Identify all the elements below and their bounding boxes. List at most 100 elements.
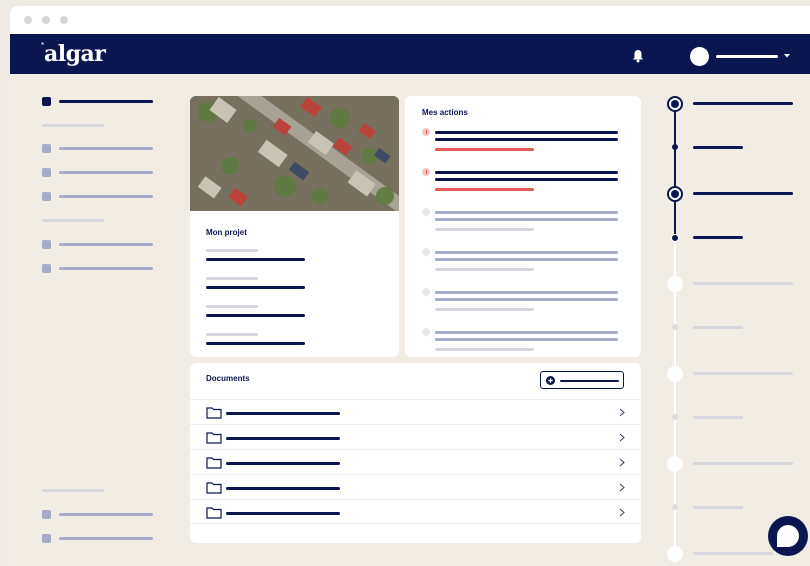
completed-action-line[interactable]: [435, 251, 618, 254]
timeline-step-done[interactable]: [667, 96, 683, 112]
sidebar-item[interactable]: [59, 243, 153, 246]
action-item-line[interactable]: [435, 131, 618, 134]
chevron-right-icon: [619, 458, 625, 467]
add-document-label: [560, 379, 619, 382]
folder-icon: [206, 507, 222, 519]
project-field-value: [206, 286, 305, 289]
sidebar-item[interactable]: [59, 537, 153, 540]
timeline-substep-pending: [672, 504, 678, 510]
sidebar-item[interactable]: [59, 267, 153, 270]
sidebar-item-active-icon: [42, 97, 51, 106]
completed-action-line[interactable]: [435, 331, 618, 334]
chat-icon[interactable]: [768, 516, 808, 556]
completed-action-meta: [435, 308, 534, 311]
project-field-value: [206, 258, 305, 261]
timeline-substep-label: [693, 416, 743, 419]
completed-action-line[interactable]: [435, 298, 618, 301]
sidebar-item-icon: [42, 240, 51, 249]
aerial-photo: [190, 96, 399, 211]
window-titlebar: [10, 6, 810, 34]
chevron-right-icon: [619, 408, 625, 417]
top-navbar: * algar: [10, 34, 810, 74]
actions-card: [405, 96, 641, 357]
sidebar-item[interactable]: [59, 147, 153, 150]
project-field-label: [206, 277, 258, 280]
user-avatar[interactable]: [690, 47, 709, 66]
document-row[interactable]: [190, 449, 641, 474]
timeline-substep-pending: [672, 324, 678, 330]
project-field-value: [206, 342, 305, 345]
actions-card-title: Mes actions: [422, 108, 468, 117]
document-row[interactable]: [190, 424, 641, 449]
sidebar-item-active[interactable]: [59, 100, 153, 103]
project-field-label: [206, 305, 258, 308]
timeline-step-done[interactable]: [667, 186, 683, 202]
sidebar-item-icon: [42, 168, 51, 177]
document-row[interactable]: [190, 474, 641, 499]
chevron-down-icon[interactable]: [782, 52, 792, 60]
timeline-substep-current: [671, 234, 679, 242]
timeline-step-pending[interactable]: [667, 276, 683, 292]
app-window: * algar Mon projet Mes actions Documents: [10, 6, 810, 566]
document-name: [226, 437, 340, 440]
brand-logo[interactable]: algar: [44, 41, 106, 67]
timeline-step-pending[interactable]: [667, 366, 683, 382]
document-name: [226, 512, 340, 515]
action-item-deadline: [435, 148, 534, 151]
sidebar-item-icon: [42, 192, 51, 201]
alert-icon: [422, 128, 430, 136]
window-minimize-dot[interactable]: [42, 16, 50, 24]
project-field-value: [206, 314, 305, 317]
completed-action-line[interactable]: [435, 258, 618, 261]
sidebar-item[interactable]: [59, 171, 153, 174]
folder-icon: [206, 407, 222, 419]
check-icon: [422, 208, 430, 216]
timeline-done-track: [674, 103, 676, 239]
completed-action-meta: [435, 268, 534, 271]
sidebar-item-icon: [42, 144, 51, 153]
action-item-deadline: [435, 188, 534, 191]
completed-action-line[interactable]: [435, 338, 618, 341]
action-item-line[interactable]: [435, 178, 618, 181]
timeline-step-pending[interactable]: [667, 456, 683, 472]
completed-action-meta: [435, 348, 534, 351]
folder-icon: [206, 457, 222, 469]
timeline-step-label: [693, 372, 793, 375]
completed-action-line[interactable]: [435, 291, 618, 294]
document-row[interactable]: [190, 499, 641, 524]
timeline-substep-label: [693, 326, 743, 329]
timeline-step-pending[interactable]: [667, 546, 683, 562]
sidebar-item[interactable]: [59, 513, 153, 516]
project-card-title: Mon projet: [206, 228, 247, 237]
sidebar-item-icon: [42, 510, 51, 519]
completed-action-line[interactable]: [435, 218, 618, 221]
document-row[interactable]: [190, 399, 641, 424]
completed-action-line[interactable]: [435, 211, 618, 214]
document-name: [226, 462, 340, 465]
chevron-right-icon: [619, 433, 625, 442]
check-icon: [422, 288, 430, 296]
window-close-dot[interactable]: [24, 16, 32, 24]
timeline-step-label: [693, 282, 793, 285]
sidebar-section-heading: [42, 124, 104, 127]
timeline-step-label: [693, 462, 793, 465]
action-item-line[interactable]: [435, 138, 618, 141]
sidebar-item[interactable]: [59, 195, 153, 198]
timeline-substep-label: [693, 506, 743, 509]
action-item-line[interactable]: [435, 171, 618, 174]
project-field-label: [206, 249, 258, 252]
sidebar-item-icon: [42, 264, 51, 273]
project-field-label: [206, 333, 258, 336]
folder-icon: [206, 432, 222, 444]
folder-icon: [206, 482, 222, 494]
check-icon: [422, 248, 430, 256]
window-maximize-dot[interactable]: [60, 16, 68, 24]
chevron-right-icon: [619, 483, 625, 492]
sidebar-section-heading: [42, 219, 104, 222]
sidebar-item-icon: [42, 534, 51, 543]
user-name-placeholder[interactable]: [716, 55, 778, 58]
completed-action-meta: [435, 228, 534, 231]
alert-icon: [422, 168, 430, 176]
add-document-button[interactable]: [540, 371, 624, 389]
bell-icon[interactable]: [630, 48, 646, 64]
